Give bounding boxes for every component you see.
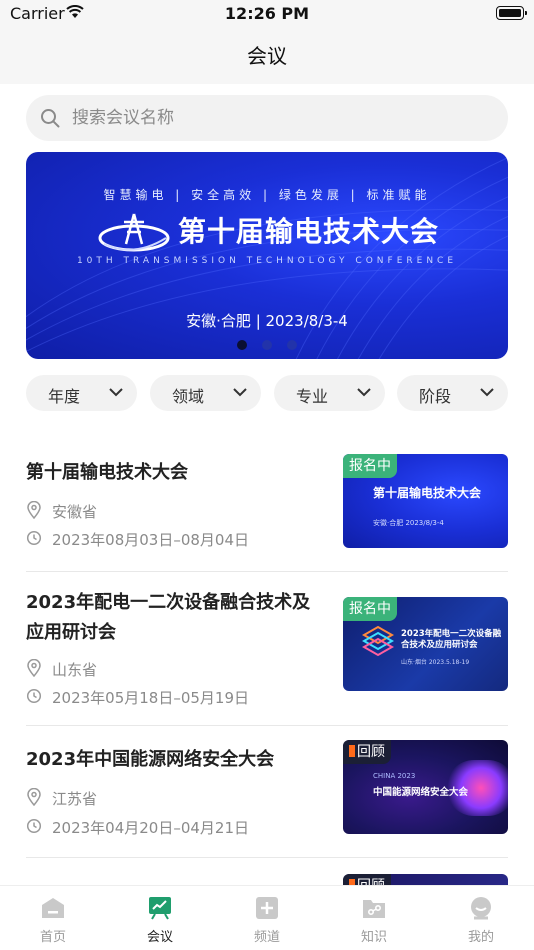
tab-profile[interactable]: 我的 — [451, 896, 511, 948]
meeting-icon — [149, 897, 171, 920]
filter-specialty[interactable]: 专业 — [274, 375, 385, 411]
page-title: 会议 — [247, 44, 287, 68]
tab-bar: 首页 会议 频道 知识 我的 — [0, 885, 534, 950]
tab-label: 知识 — [360, 930, 387, 945]
clock-icon — [26, 688, 42, 704]
carousel-dot[interactable] — [262, 340, 272, 350]
profile-icon — [471, 897, 491, 920]
thumbnail-title: 2023年配电一二次设备融合技术及应用研讨会 — [401, 629, 502, 650]
carousel-dot[interactable] — [236, 340, 247, 350]
conference-location: 安徽省 — [26, 499, 326, 521]
filter-stage[interactable]: 阶段 — [397, 375, 508, 411]
channel-icon — [256, 897, 278, 919]
thumbnail-title: 中国能源网络安全大会 — [373, 787, 469, 798]
tab-channel[interactable]: 频道 — [237, 896, 297, 948]
location-text: 江苏省 — [52, 790, 98, 808]
layers-graphic — [361, 625, 395, 657]
thumbnail-subtitle: 山东·烟台 2023.5.18-19 — [401, 659, 470, 666]
tab-label: 会议 — [146, 930, 173, 945]
banner-carousel[interactable]: 智慧输电 | 安全高效 | 绿色发展 | 标准赋能 第十届输电技术大会 10TH… — [26, 152, 508, 359]
banner-slogan: 智慧输电 | 安全高效 | 绿色发展 | 标准赋能 — [103, 188, 431, 202]
thumbnail-title: 第十届输电技术大会 — [373, 486, 482, 500]
conference-list-item[interactable]: 第十届输电技术大会 安徽省 2023年08月03日–08月04日 第十届输电技术… — [26, 440, 508, 572]
conference-location: 山东省 — [26, 657, 326, 679]
banner-title: 第十届输电技术大会 — [178, 215, 440, 248]
home-icon — [42, 898, 64, 918]
banner-location-date: 安徽·合肥 | 2023/8/3-4 — [186, 312, 348, 330]
filter-label: 阶段 — [419, 387, 452, 406]
filter-field[interactable]: 领域 — [150, 375, 261, 411]
carousel-dot[interactable] — [287, 340, 298, 350]
status-badge: 回顾 — [343, 740, 391, 764]
thumbnail-subtitle: CHINA 2023 — [373, 772, 416, 780]
thumbnail-subtitle: 安徽·合肥 2023/8/3-4 — [373, 519, 444, 527]
knowledge-icon — [363, 900, 385, 918]
filter-label: 年度 — [48, 387, 81, 406]
clock-icon — [26, 530, 42, 546]
conference-dates: 2023年04月20日–04月21日 — [26, 815, 326, 837]
filter-year[interactable]: 年度 — [26, 375, 137, 411]
chevron-down-icon — [233, 388, 247, 397]
conference-thumbnail[interactable]: 第十届输电技术大会 安徽·合肥 2023/8/3-4 报名中 — [343, 454, 508, 548]
transmission-tower-logo — [98, 213, 170, 252]
battery-icon — [496, 6, 527, 20]
conference-list-item[interactable]: 2023年中国能源网络安全大会 江苏省 2023年04月20日–04月21日 C… — [26, 726, 508, 858]
clock-icon — [26, 818, 42, 834]
filter-label: 专业 — [296, 387, 329, 406]
chevron-down-icon — [480, 388, 494, 397]
dates-text: 2023年04月20日–04月21日 — [52, 819, 250, 837]
tab-label: 我的 — [467, 930, 494, 945]
filter-label: 领域 — [172, 387, 205, 406]
location-text: 安徽省 — [52, 503, 98, 521]
search-bar[interactable] — [26, 95, 508, 141]
tab-label: 频道 — [253, 930, 280, 945]
conference-dates: 2023年05月18日–05月19日 — [26, 685, 326, 707]
status-badge: 报名中 — [343, 454, 397, 478]
filter-bar: 年度 领域 专业 阶段 — [26, 375, 534, 411]
badge-text: 回顾 — [357, 744, 385, 760]
review-marker — [349, 745, 355, 757]
tab-knowledge[interactable]: 知识 — [344, 896, 404, 948]
conference-dates: 2023年08月03日–08月04日 — [26, 527, 326, 549]
conference-list-item[interactable]: 2023年配电一二次设备融合技术及应用研讨会 山东省 2023年05月18日–0… — [26, 572, 508, 726]
conference-page: Carrier 12:26 PM 会议 搜索会议名称 智慧输电 | 安全高效 |… — [0, 0, 534, 950]
location-pin-icon — [27, 788, 41, 806]
banner-subtitle: 10TH TRANSMISSION TECHNOLOGY CONFERENCE — [76, 256, 458, 266]
status-badge: 报名中 — [343, 597, 397, 621]
carousel-dots — [26, 335, 508, 354]
location-pin-icon — [27, 501, 41, 519]
tab-label: 首页 — [39, 930, 66, 945]
conference-title: 2023年配电一二次设备融合技术及应用研讨会 — [26, 592, 311, 643]
conference-title: 2023年中国能源网络安全大会 — [26, 749, 275, 770]
chevron-down-icon — [109, 388, 123, 397]
tab-meeting[interactable]: 会议 — [130, 896, 190, 948]
dates-text: 2023年08月03日–08月04日 — [52, 531, 250, 549]
location-pin-icon — [27, 659, 41, 677]
location-text: 山东省 — [52, 661, 98, 679]
conference-thumbnail[interactable]: CHINA 2023 中国能源网络安全大会 回顾 — [343, 740, 508, 834]
top-bar: Carrier 12:26 PM 会议 — [0, 0, 534, 84]
status-time: 12:26 PM — [224, 4, 310, 23]
dates-text: 2023年05月18日–05月19日 — [52, 689, 250, 707]
chevron-down-icon — [357, 388, 371, 397]
search-icon — [41, 109, 60, 128]
conference-location: 江苏省 — [26, 786, 326, 808]
tab-home[interactable]: 首页 — [23, 896, 83, 948]
search-input[interactable] — [72, 95, 472, 141]
conference-title: 第十届输电技术大会 — [26, 462, 188, 483]
conference-thumbnail[interactable]: 2023年配电一二次设备融合技术及应用研讨会 山东·烟台 2023.5.18-1… — [343, 597, 508, 691]
status-bar: Carrier 12:26 PM — [0, 0, 534, 28]
